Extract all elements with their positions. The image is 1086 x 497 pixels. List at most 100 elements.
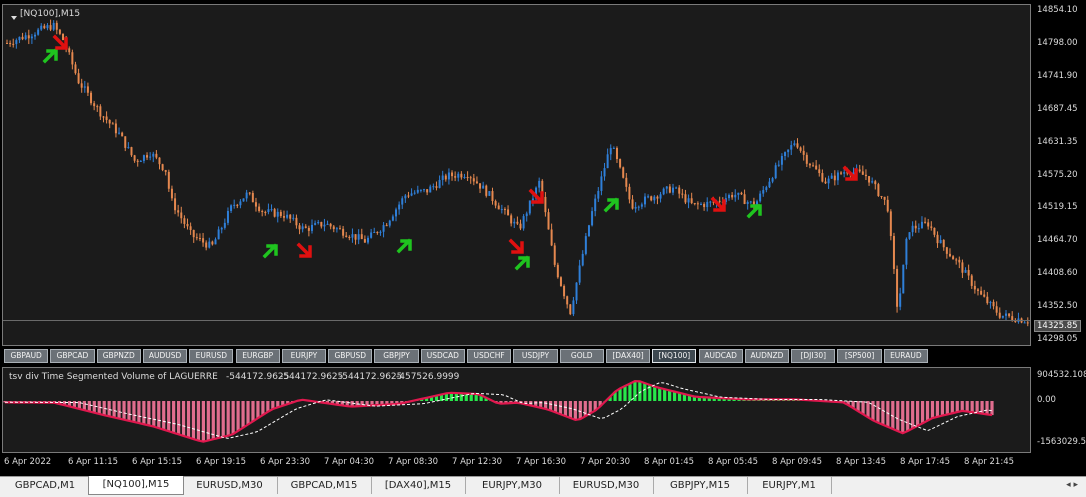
candle-body xyxy=(946,247,948,254)
symbol-button[interactable]: AUDCAD xyxy=(699,349,743,363)
symbol-button[interactable]: [DJI30] xyxy=(791,349,835,363)
candle-body xyxy=(137,161,139,162)
candle-body xyxy=(457,174,459,178)
candle-body xyxy=(1011,316,1013,320)
candle-body xyxy=(299,225,301,229)
candle-body xyxy=(635,207,637,209)
candle-body xyxy=(812,165,814,166)
candle-body xyxy=(986,297,988,303)
symbol-button[interactable]: GBPUSD xyxy=(328,349,372,363)
chart-tab[interactable]: EURUSD,M30 xyxy=(182,477,278,494)
candle-body xyxy=(684,194,686,202)
candle-body xyxy=(644,197,646,205)
chart-tab[interactable]: GBPCAD,M1 xyxy=(2,477,89,494)
candle-body xyxy=(420,190,422,191)
candle-body xyxy=(358,234,360,240)
candle-body xyxy=(557,265,559,277)
candle-body xyxy=(286,215,288,218)
symbol-button[interactable]: AUDUSD xyxy=(143,349,187,363)
candle-body xyxy=(734,195,736,198)
symbol-button[interactable]: GBPAUD xyxy=(4,349,48,363)
candle-body xyxy=(678,188,680,194)
chart-tab[interactable]: GBPJPY,M15 xyxy=(653,477,748,494)
symbol-button[interactable]: [DAX40] xyxy=(606,349,650,363)
candle-body xyxy=(283,216,285,218)
candle-body xyxy=(342,229,344,236)
candle-body xyxy=(660,194,662,198)
candle-body xyxy=(236,205,238,206)
chart-menu-icon[interactable] xyxy=(11,16,17,20)
symbol-button[interactable]: EURGBP xyxy=(236,349,280,363)
candlestick-chart[interactable] xyxy=(3,5,1030,345)
candle-body xyxy=(828,179,830,184)
candle-body xyxy=(102,116,104,117)
candle-body xyxy=(383,225,385,232)
symbol-button[interactable]: GBPNZD xyxy=(97,349,141,363)
candle-body xyxy=(87,86,89,92)
candle-body xyxy=(871,181,873,182)
candle-body xyxy=(796,143,798,147)
candle-body xyxy=(874,181,876,184)
candle-body xyxy=(12,44,14,45)
candle-body xyxy=(174,198,176,210)
price-axis-label: 14854.10 xyxy=(1037,5,1078,15)
candle-body xyxy=(127,147,129,148)
symbol-button[interactable]: USDCAD xyxy=(421,349,465,363)
price-axis-label: 14687.45 xyxy=(1037,104,1078,114)
candle-body xyxy=(190,226,192,230)
chart-tab[interactable]: [NQ100],M15 xyxy=(88,476,184,495)
candle-body xyxy=(482,186,484,189)
price-axis-label: 14352.50 xyxy=(1037,301,1078,311)
symbol-button[interactable]: USDJPY xyxy=(513,349,557,363)
candle-body xyxy=(890,211,892,236)
candle-body xyxy=(996,306,998,312)
chart-tab[interactable]: EURJPY,M30 xyxy=(465,477,560,494)
symbol-button[interactable]: GBPCAD xyxy=(50,349,94,363)
candle-body xyxy=(918,228,920,229)
chart-tab[interactable]: EURUSD,M30 xyxy=(559,477,654,494)
candle-body xyxy=(877,184,879,196)
chart-tab[interactable]: [DAX40],M15 xyxy=(371,477,466,494)
symbol-button[interactable]: [SP500] xyxy=(837,349,881,363)
chart-tab[interactable]: EURJPY,M1 xyxy=(747,477,832,494)
symbol-button[interactable]: [NQ100] xyxy=(652,349,696,363)
candle-body xyxy=(569,304,571,314)
candle-body xyxy=(258,207,260,211)
candle-body xyxy=(784,152,786,156)
symbol-button[interactable]: AUDNZD xyxy=(745,349,789,363)
tabs-scroll-arrows-icon[interactable]: ◂ ▸ xyxy=(1066,480,1078,490)
indicator-axis: 904532.108 0.00 -1563029.5 xyxy=(1031,367,1086,453)
candle-body xyxy=(280,212,282,216)
sell-arrow-icon xyxy=(299,245,310,256)
candle-body xyxy=(501,209,503,210)
symbol-button[interactable]: EURJPY xyxy=(282,349,326,363)
indicator-pane[interactable]: tsv div Time Segmented Volume of LAGUERR… xyxy=(2,367,1031,453)
symbol-button[interactable]: GBPJPY xyxy=(374,349,418,363)
symbol-button[interactable]: GOLD xyxy=(560,349,604,363)
candle-body xyxy=(834,176,836,181)
candle-body xyxy=(572,300,574,314)
candle-body xyxy=(937,235,939,243)
symbol-button[interactable]: EURAUD xyxy=(884,349,928,363)
candle-body xyxy=(411,193,413,195)
candle-body xyxy=(1027,322,1029,323)
candle-body xyxy=(865,175,867,176)
candle-body xyxy=(320,222,322,226)
candle-body xyxy=(516,222,518,224)
symbol-button[interactable]: USDCHF xyxy=(467,349,511,363)
candle-body xyxy=(955,259,957,260)
candle-body xyxy=(351,234,353,237)
candle-body xyxy=(491,191,493,201)
symbol-button[interactable]: EURUSD xyxy=(189,349,233,363)
candle-body xyxy=(921,222,923,228)
candle-body xyxy=(532,199,534,201)
candle-body xyxy=(470,177,472,178)
candle-body xyxy=(563,286,565,296)
candle-body xyxy=(576,283,578,301)
candle-body xyxy=(445,176,447,180)
price-chart-pane[interactable]: [NQ100],M15 xyxy=(2,4,1031,346)
chart-tab[interactable]: GBPCAD,M15 xyxy=(277,477,372,494)
candle-body xyxy=(965,270,967,273)
indicator-value-2: -544172.9625 xyxy=(280,372,343,382)
candle-body xyxy=(81,83,83,87)
